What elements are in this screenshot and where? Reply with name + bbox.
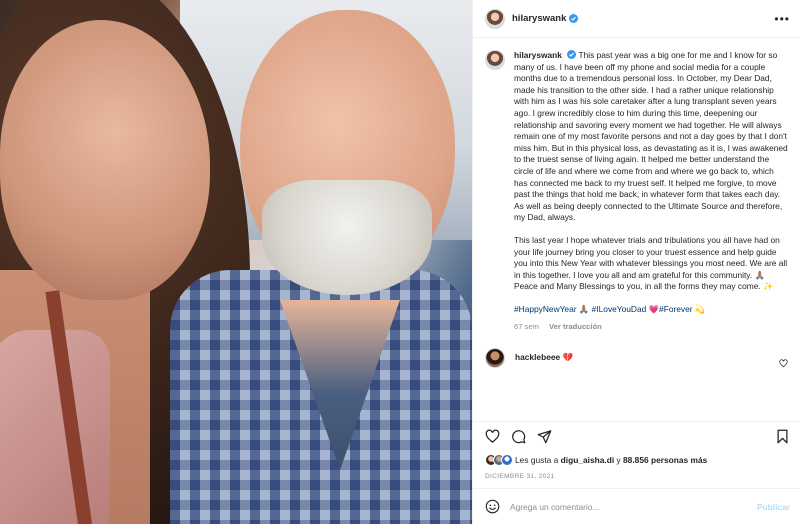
caption-paragraph-1: This past year was a big one for me and … [514,50,788,223]
photo-man-beard [262,180,432,295]
caption-paragraph-2: This last year I hope whatever trials an… [514,234,788,280]
caption-author-avatar[interactable] [485,50,505,70]
caption-paragraph-3: Peace and Many Blessings to you, in all … [514,281,774,292]
like-heart-icon[interactable] [485,429,500,444]
comment-text: hacklebeee 💔 [515,352,573,363]
hashtag-emoji-dizzy: 💫 [694,303,706,314]
commenter-avatar[interactable] [485,347,505,368]
likes-prefix: Les gusta a [515,455,559,465]
hashtag-iloveyoudad[interactable]: #ILoveYouDad [592,304,647,314]
hashtag-happynewyear[interactable]: #HappyNewYear [514,304,577,314]
liker-avatar[interactable] [501,454,513,466]
author-username[interactable]: hilaryswank [512,13,566,24]
post-actions-bar [473,421,800,451]
likes-middle: y [616,455,621,465]
likes-summary: Les gusta a digu_aisha.di y 88.856 perso… [473,451,800,469]
share-paper-plane-icon[interactable] [537,429,552,444]
post-comment-button[interactable]: Publicar [757,502,790,512]
like-comment-heart-icon[interactable] [779,359,788,368]
post-age[interactable]: 67 sem [514,322,539,331]
verified-badge-icon [567,50,577,59]
likes-text: Les gusta a digu_aisha.di y 88.856 perso… [515,455,707,465]
commenter-username[interactable]: hacklebeee [515,352,560,362]
hashtags: #HappyNewYear 🙏🏽 #ILoveYouDad 💗#Forever … [514,304,788,316]
post-photo [0,0,472,524]
caption-text: hilaryswank This past year was a big one… [514,50,788,333]
caption-username[interactable]: hilaryswank [514,50,562,60]
hashtag-forever[interactable]: #Forever [659,304,693,314]
comment-row: hacklebeee 💔 [485,347,788,368]
see-translation-link[interactable]: Ver traducción [549,322,602,331]
verified-badge-icon [569,14,579,23]
comment-body: 💔 [562,352,573,363]
caption-meta: 67 sem Ver traducción [514,321,788,333]
likes-count[interactable]: 88.856 personas más [623,455,707,465]
emoji-smiley-icon[interactable] [485,499,500,514]
comments-scroll-area[interactable]: hilaryswank This past year was a big one… [473,38,800,421]
hashtag-emoji-pray: 🙏🏽 [578,303,590,314]
add-comment-bar: Publicar [473,488,800,524]
likes-user[interactable]: digu_aisha.di [561,455,615,465]
post-date[interactable]: DICIEMBRE 31, 2021 [473,469,800,488]
post-side-panel: hilaryswank ••• hilaryswank This past ye… [472,0,800,524]
hashtag-emoji-heart: 💗 [648,303,660,314]
caption: hilaryswank This past year was a big one… [485,50,788,333]
author-avatar[interactable] [485,8,505,29]
post-header: hilaryswank ••• [473,0,800,38]
save-bookmark-icon[interactable] [775,429,790,444]
instagram-post-view: hilaryswank ••• hilaryswank This past ye… [0,0,800,524]
add-comment-input[interactable] [510,501,757,512]
more-options-button[interactable]: ••• [774,12,790,26]
liker-avatars [485,454,513,466]
comment-bubble-icon[interactable] [511,429,526,444]
